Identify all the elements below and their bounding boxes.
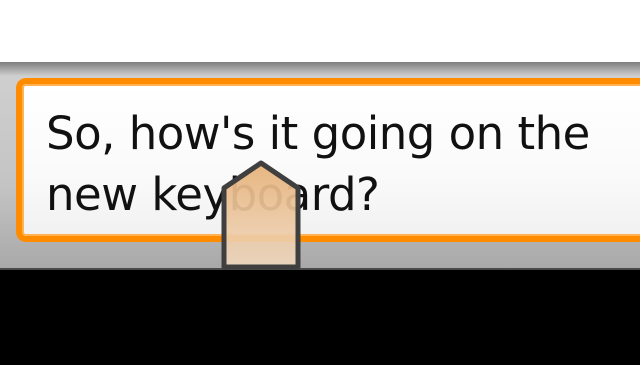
message-text[interactable]: So, how's it going on the new keyboard? — [46, 103, 636, 225]
text-cursor-handle-icon[interactable] — [220, 160, 302, 272]
content-area — [0, 0, 640, 62]
screen: So, how's it going on the new keyboard? — [0, 0, 640, 365]
keyboard-area — [0, 270, 640, 365]
